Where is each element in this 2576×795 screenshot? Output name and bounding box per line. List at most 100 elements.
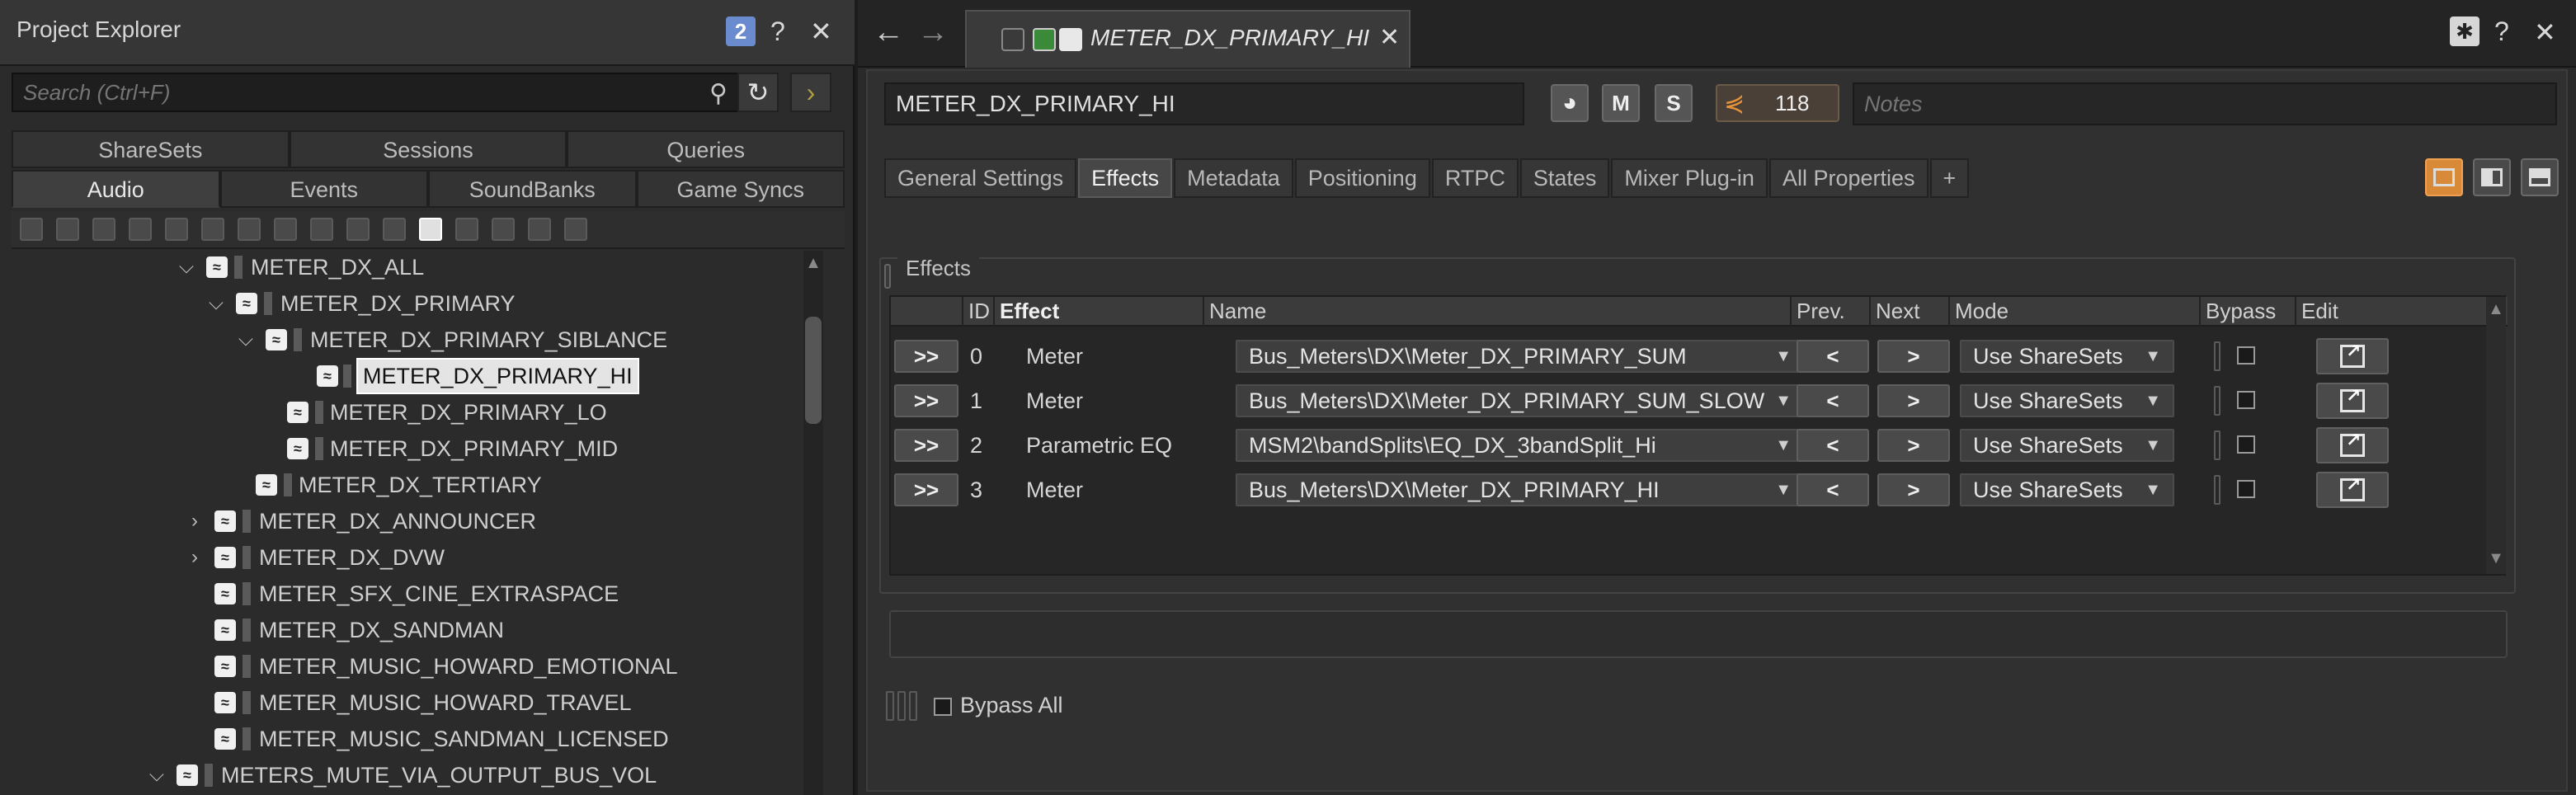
chevron-down-icon[interactable]: ⌵ [147, 759, 167, 792]
grid-icon[interactable] [165, 218, 188, 241]
prev-button[interactable]: < [1797, 340, 1869, 373]
bypass-checkbox[interactable] [2237, 480, 2255, 498]
table-scrollbar[interactable]: ▲ ▼ [2486, 297, 2506, 574]
close-icon[interactable]: ✕ [2534, 16, 2556, 48]
scroll-thumb[interactable] [805, 317, 822, 424]
edit-button[interactable] [2316, 472, 2389, 508]
effect-name-dropdown[interactable]: Bus_Meters\DX\Meter_DX_PRIMARY_SUM ▼ [1236, 340, 1805, 373]
scroll-up-icon[interactable]: ▲ [803, 254, 823, 273]
power-icon[interactable] [20, 218, 43, 241]
bus-icon[interactable] [419, 218, 442, 241]
next-button[interactable]: > [1877, 473, 1950, 506]
document-tab[interactable]: METER_DX_PRIMARY_HI ✕ [965, 10, 1410, 68]
blend-icon[interactable] [238, 218, 261, 241]
back-arrow-icon[interactable]: ← [873, 15, 904, 50]
search-input[interactable] [21, 74, 681, 111]
tree-scrollbar[interactable]: ▲ [803, 251, 823, 795]
prev-button[interactable]: < [1797, 384, 1869, 417]
mode-dropdown[interactable]: Use ShareSets ▼ [1960, 473, 2174, 506]
expand-button[interactable]: >> [894, 473, 958, 506]
aux-bus-icon[interactable] [455, 218, 478, 241]
forward-arrow-button[interactable]: › [790, 73, 831, 112]
tab-general-settings[interactable]: General Settings [884, 158, 1077, 198]
tab-game-syncs[interactable]: Game Syncs [636, 170, 845, 208]
actor-mixer-icon[interactable] [129, 218, 152, 241]
search-icon[interactable]: ⚲ [709, 79, 728, 108]
next-button[interactable]: > [1877, 340, 1950, 373]
tab-events[interactable]: Events [219, 170, 428, 208]
bypass-checkbox[interactable] [2237, 435, 2255, 454]
next-button[interactable]: > [1877, 384, 1950, 417]
folder-icon[interactable] [56, 218, 79, 241]
prev-button[interactable]: < [1797, 429, 1869, 462]
expand-button[interactable]: >> [894, 340, 958, 373]
layout-split-vertical-button[interactable] [2473, 158, 2511, 196]
table-row[interactable]: >> 1 Meter Bus_Meters\DX\Meter_DX_PRIMAR… [891, 379, 2475, 422]
references-button[interactable]: ⋞ 118 [1716, 84, 1839, 122]
mode-dropdown[interactable]: Use ShareSets ▼ [1960, 384, 2174, 417]
prev-button[interactable]: < [1797, 473, 1869, 506]
mode-dropdown[interactable]: Use ShareSets ▼ [1960, 429, 2174, 462]
edit-button[interactable] [2316, 383, 2389, 419]
col-name[interactable]: Name [1203, 297, 1788, 327]
next-button[interactable]: > [1877, 429, 1950, 462]
edit-button[interactable] [2316, 338, 2389, 374]
random-icon[interactable] [274, 218, 297, 241]
tab-sessions[interactable]: Sessions [289, 130, 567, 168]
voice-icon[interactable] [383, 218, 406, 241]
tab-add[interactable]: + [1929, 158, 1970, 198]
tab-metadata[interactable]: Metadata [1174, 158, 1293, 198]
playlist-icon[interactable] [564, 218, 587, 241]
close-tab-icon[interactable]: ✕ [1379, 23, 1400, 52]
tab-queries[interactable]: Queries [567, 130, 845, 168]
switch-icon[interactable] [310, 218, 333, 241]
mute-button[interactable]: M [1602, 84, 1640, 122]
effect-name-dropdown[interactable]: MSM2\bandSplits\EQ_DX_3bandSplit_Hi ▼ [1236, 429, 1805, 462]
table-row[interactable]: >> 2 Parametric EQ MSM2\bandSplits\EQ_DX… [891, 424, 2475, 467]
forward-arrow-icon[interactable]: → [917, 15, 949, 50]
object-name-field[interactable]: METER_DX_PRIMARY_HI [884, 82, 1524, 125]
tab-sharesets[interactable]: ShareSets [12, 130, 290, 168]
tab-mixer-plugin[interactable]: Mixer Plug-in [1611, 158, 1768, 198]
sound-icon[interactable] [346, 218, 370, 241]
folder-open-icon[interactable] [92, 218, 115, 241]
layout-single-button[interactable] [2425, 158, 2463, 196]
chevron-right-icon[interactable]: › [185, 541, 205, 574]
tab-audio[interactable]: Audio [12, 170, 220, 208]
tab-positioning[interactable]: Positioning [1294, 158, 1430, 198]
chevron-down-icon[interactable]: ⌵ [236, 323, 256, 356]
search-box[interactable]: ⚲ [12, 73, 741, 112]
instance-badge[interactable]: 2 [726, 16, 756, 46]
music-segment-icon[interactable] [492, 218, 515, 241]
notes-field[interactable] [1853, 82, 2557, 125]
col-edit[interactable]: Edit [2295, 297, 2486, 327]
effect-name-dropdown[interactable]: Bus_Meters\DX\Meter_DX_PRIMARY_HI ▼ [1236, 473, 1805, 506]
chevron-right-icon[interactable]: › [185, 505, 205, 538]
music-track-icon[interactable] [528, 218, 551, 241]
edit-button[interactable] [2316, 427, 2389, 463]
list-icon[interactable] [201, 218, 224, 241]
tab-states[interactable]: States [1519, 158, 1610, 198]
tab-effects[interactable]: Effects [1078, 158, 1173, 198]
notes-input[interactable] [1854, 84, 2555, 124]
expand-button[interactable]: >> [894, 384, 958, 417]
pin-icon[interactable]: ✱ [2450, 16, 2479, 46]
col-mode[interactable]: Mode [1948, 297, 2199, 327]
col-next[interactable]: Next [1869, 297, 1948, 327]
effect-name-dropdown[interactable]: Bus_Meters\DX\Meter_DX_PRIMARY_SUM_SLOW ▼ [1236, 384, 1805, 417]
bypass-all-checkbox[interactable] [934, 698, 952, 716]
expand-button[interactable]: >> [894, 429, 958, 462]
chevron-down-icon[interactable]: ⌵ [206, 287, 226, 320]
help-icon[interactable]: ? [2494, 16, 2509, 47]
color-palette-button[interactable]: ◕ [1551, 84, 1589, 122]
col-bypass[interactable]: Bypass [2199, 297, 2295, 327]
bypass-checkbox[interactable] [2237, 346, 2255, 365]
tab-rtpc[interactable]: RTPC [1431, 158, 1519, 198]
solo-button[interactable]: S [1655, 84, 1693, 122]
table-row[interactable]: >> 3 Meter Bus_Meters\DX\Meter_DX_PRIMAR… [891, 468, 2475, 511]
scroll-up-icon[interactable]: ▲ [2486, 300, 2506, 319]
col-id[interactable]: ID [962, 297, 990, 327]
refresh-button[interactable]: ↻ [737, 73, 779, 112]
col-effect[interactable]: Effect [993, 297, 1203, 327]
close-icon[interactable]: ✕ [810, 15, 832, 48]
